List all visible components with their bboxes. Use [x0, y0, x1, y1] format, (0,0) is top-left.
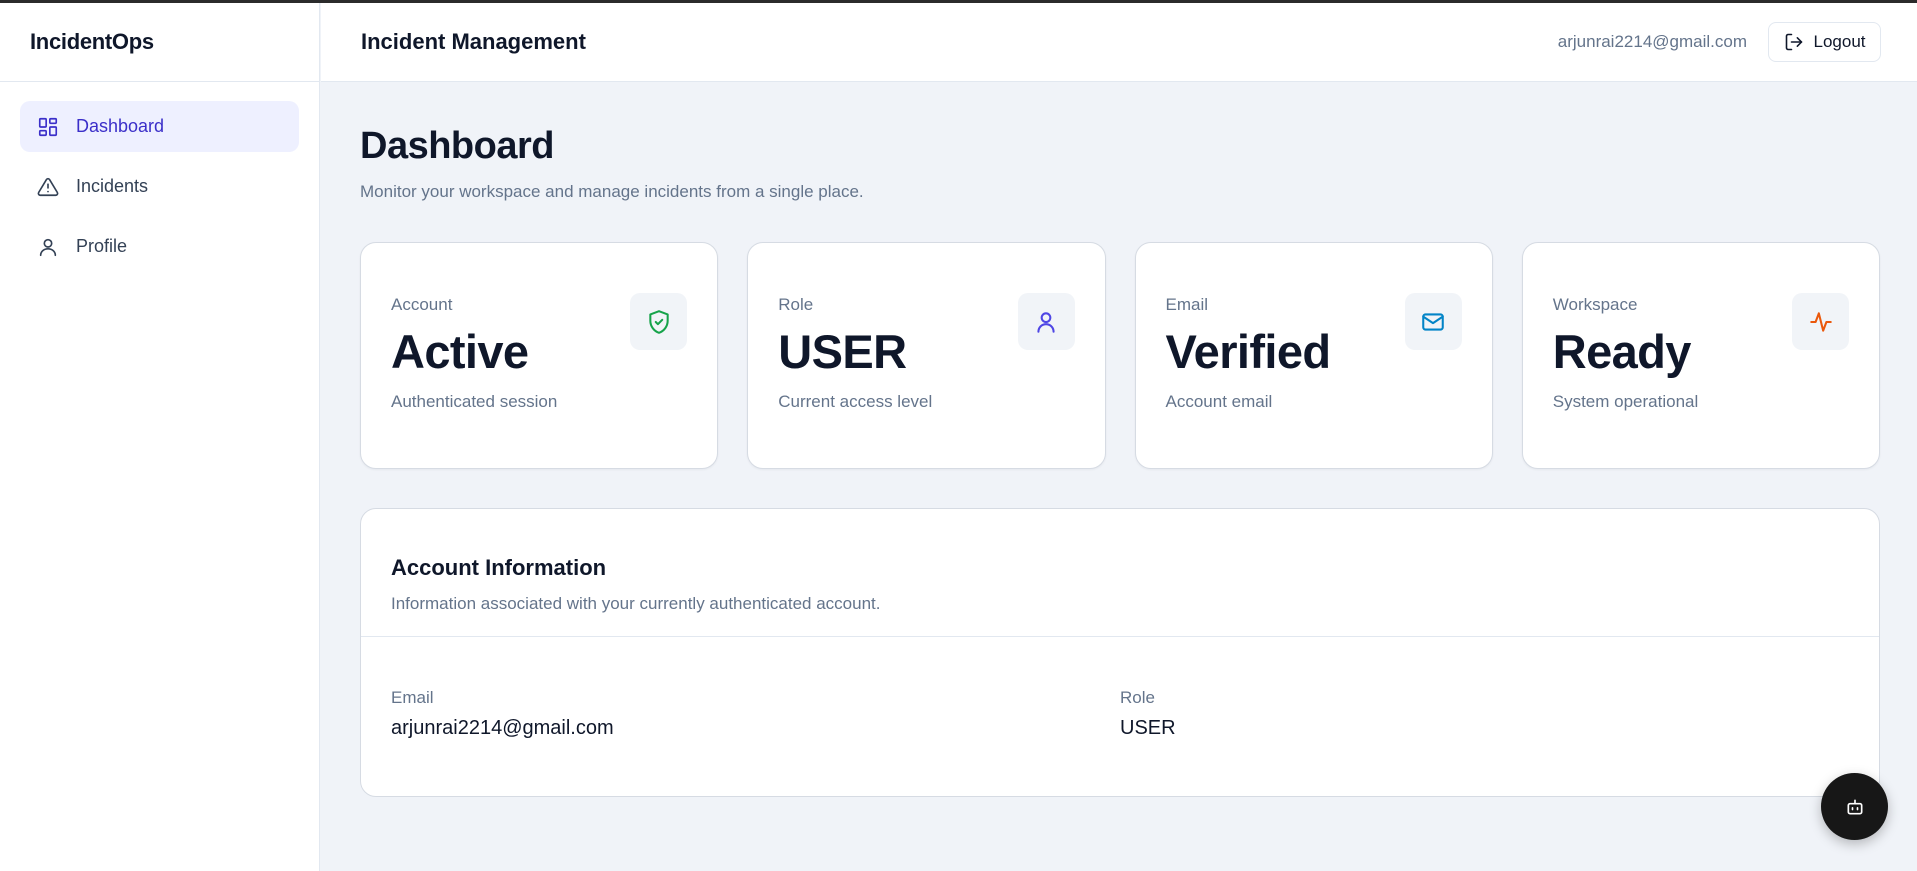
account-field-role: Role USER	[1120, 688, 1849, 740]
stat-card-caption: System operational	[1552, 392, 1699, 412]
account-information-title: Account Information	[391, 555, 607, 580]
field-label: Role	[1120, 688, 1155, 707]
shield-check-icon	[630, 293, 688, 350]
sidebar-nav: Dashboard Incidents Profile	[0, 82, 319, 300]
sidebar: IncidentOps Dashboard Incidents Profile	[0, 3, 320, 871]
sidebar-item-incidents[interactable]: Incidents	[20, 161, 299, 212]
account-information-header: Account Information Information associat…	[361, 509, 1879, 637]
logout-label: Logout	[1813, 32, 1866, 51]
alert-triangle-icon	[36, 175, 60, 199]
field-label: Email	[391, 688, 434, 707]
field-value: arjunrai2214@gmail.com	[391, 717, 614, 739]
account-information-panel: Account Information Information associat…	[360, 508, 1880, 797]
main-content: Dashboard Monitor your workspace and man…	[360, 82, 1880, 797]
field-value: USER	[1120, 717, 1176, 739]
page-subtitle: Monitor your workspace and manage incide…	[360, 182, 864, 201]
dashboard-icon	[36, 115, 60, 139]
stat-card-email: Email Verified Account email	[1134, 242, 1493, 469]
header-title: Incident Management	[361, 29, 586, 54]
page-title: Dashboard	[360, 125, 554, 167]
stat-card-role: Role USER Current access level	[747, 242, 1106, 469]
bot-icon	[1847, 799, 1862, 814]
mail-icon	[1404, 293, 1462, 350]
sidebar-item-label: Profile	[76, 236, 128, 256]
stat-card-caption: Current access level	[778, 392, 933, 412]
user-icon	[36, 235, 60, 259]
assistant-chat-button[interactable]	[1821, 773, 1888, 840]
sidebar-item-label: Dashboard	[76, 116, 165, 136]
top-header: Incident Management arjunrai2214@gmail.c…	[321, 3, 1917, 82]
account-information-fields: Email arjunrai2214@gmail.com Role USER	[361, 637, 1879, 740]
stat-card-workspace: Workspace Ready System operational	[1521, 242, 1880, 469]
logout-icon	[1785, 33, 1802, 51]
stat-card-caption: Authenticated session	[391, 392, 558, 412]
activity-icon	[1792, 293, 1849, 350]
user-icon	[1017, 293, 1075, 350]
header-user-email: arjunrai2214@gmail.com	[1557, 32, 1747, 51]
account-field-email: Email arjunrai2214@gmail.com	[391, 688, 1120, 740]
account-information-description: Information associated with your current…	[391, 594, 881, 613]
sidebar-item-profile[interactable]: Profile	[20, 221, 299, 272]
brand-logo[interactable]: IncidentOps	[0, 3, 319, 82]
stat-cards: Account Active Authenticated session Rol…	[360, 242, 1880, 469]
stat-card-account: Account Active Authenticated session	[360, 242, 719, 469]
sidebar-item-dashboard[interactable]: Dashboard	[20, 101, 299, 152]
sidebar-item-label: Incidents	[76, 176, 149, 196]
logout-button[interactable]: Logout	[1768, 22, 1881, 62]
stat-card-caption: Account email	[1165, 392, 1273, 412]
